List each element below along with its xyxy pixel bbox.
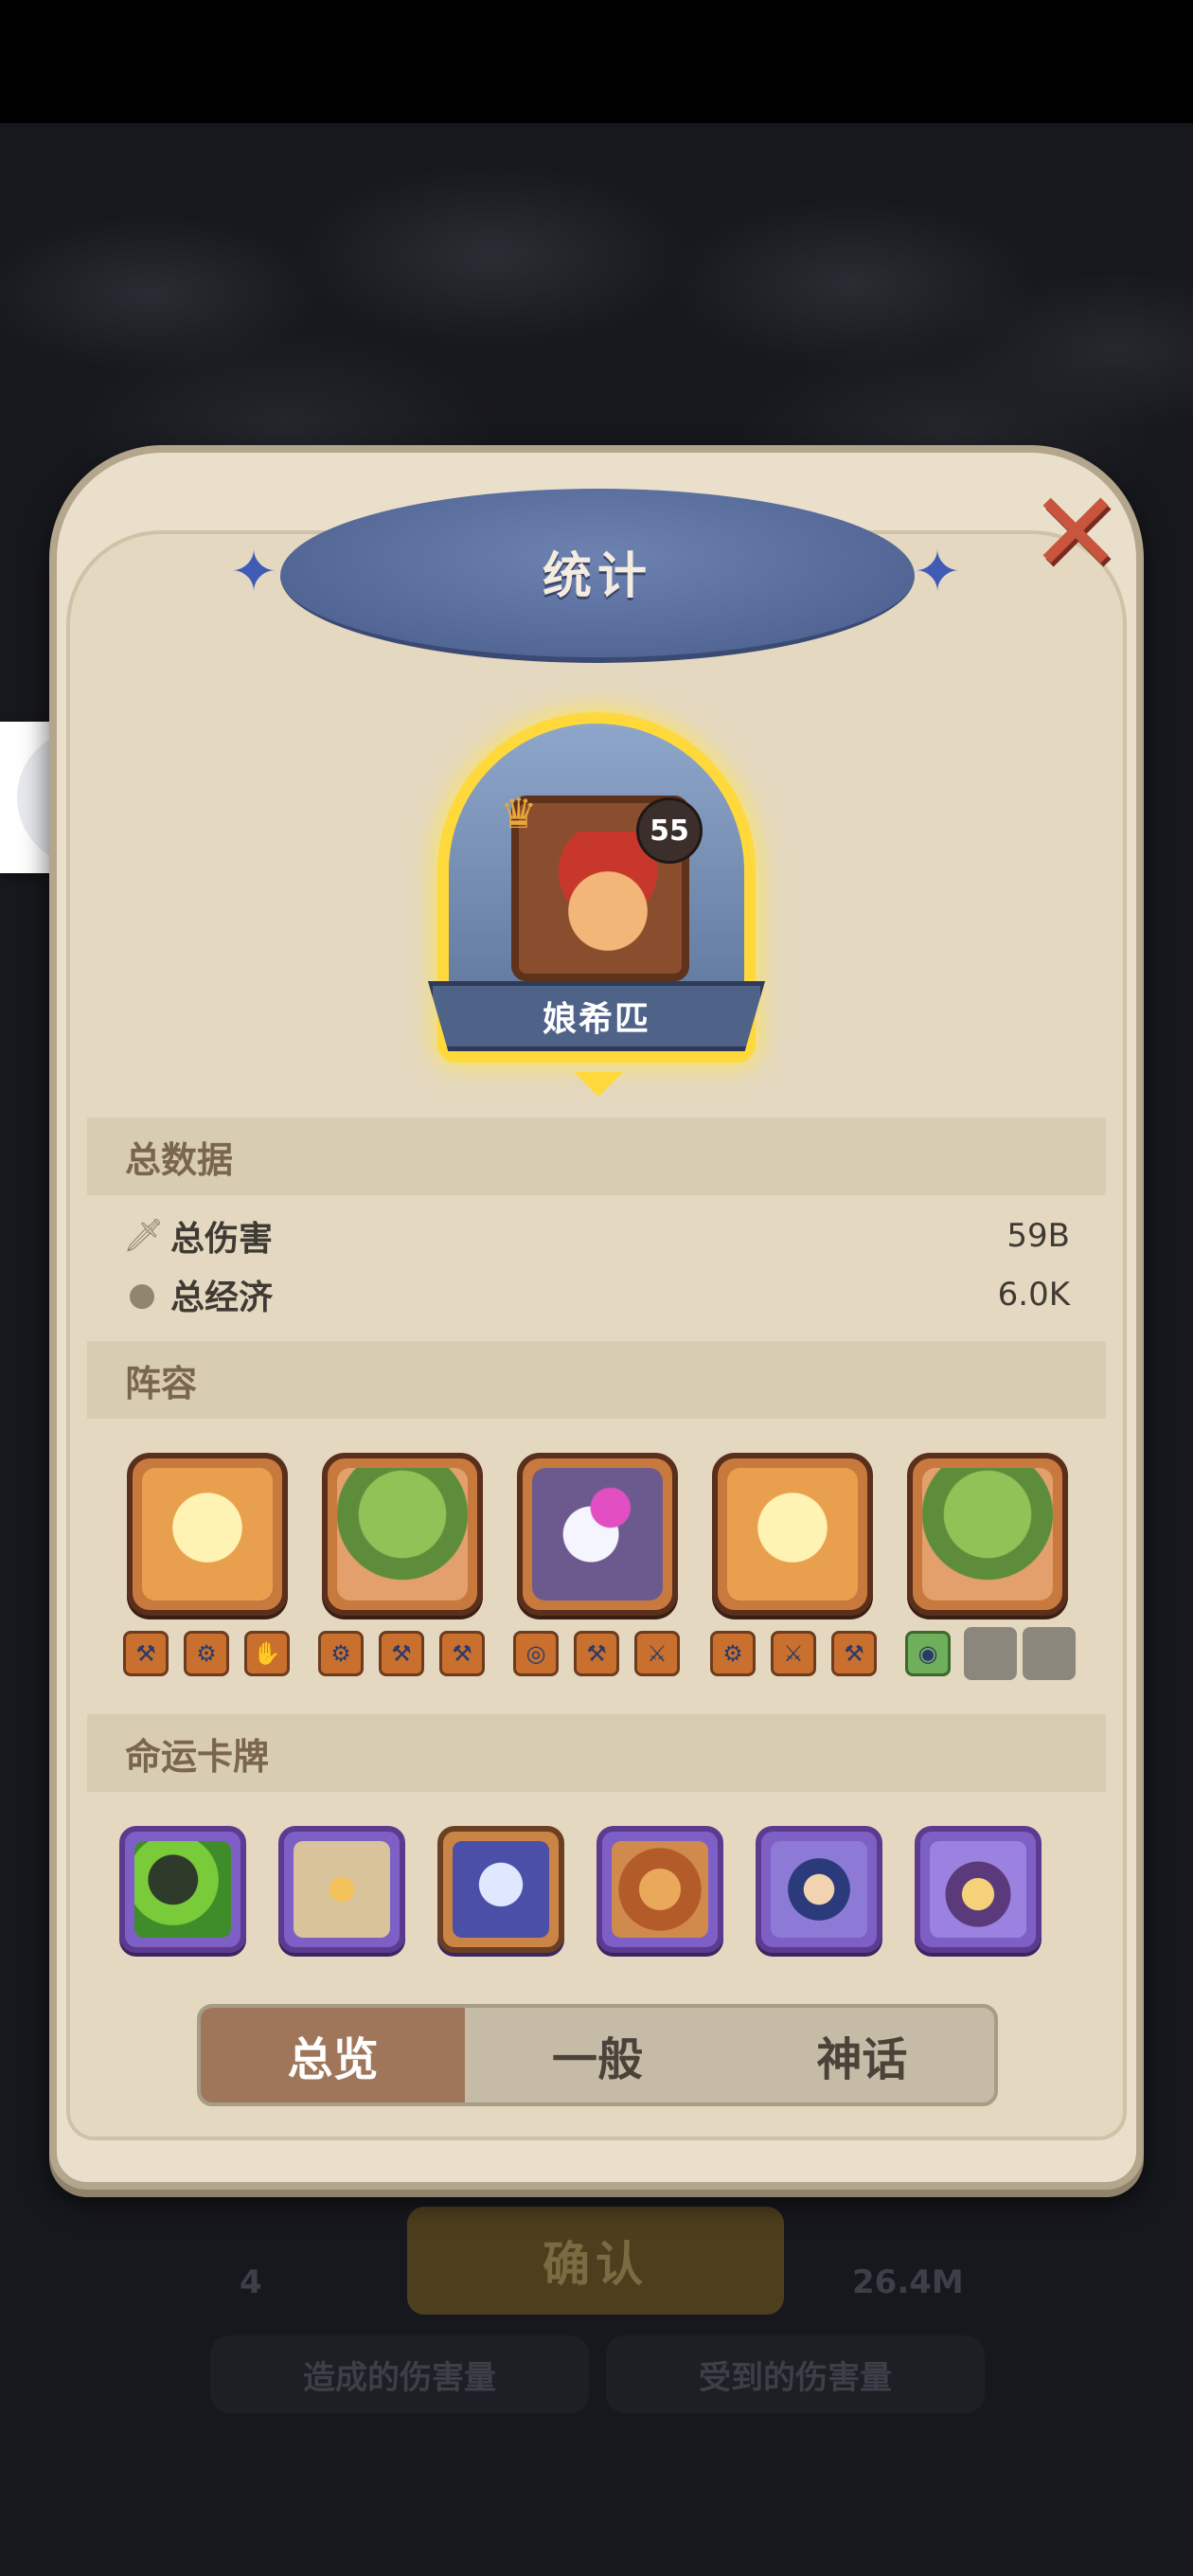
stat-row-damage: 🗡 总伤害 59B — [123, 1217, 1070, 1259]
item-icon[interactable]: ⚒ — [574, 1631, 619, 1676]
fate-card-6[interactable] — [915, 1826, 1042, 1953]
close-x-icon[interactable]: ✕ — [1021, 476, 1131, 588]
tab-damage-dealt[interactable]: 造成的伤害量 — [210, 2335, 589, 2413]
item-icon[interactable]: ⚒ — [439, 1631, 485, 1676]
item-icon[interactable]: ⚔ — [634, 1631, 680, 1676]
lineup-unit-5[interactable] — [907, 1453, 1068, 1616]
section-header-totals: 总数据 — [87, 1118, 1106, 1195]
item-icon[interactable]: ⚒ — [123, 1631, 169, 1676]
crown-icon: ♛ — [500, 790, 538, 838]
empty-item-slot[interactable] — [964, 1627, 1017, 1680]
background-row-value: 26.4M — [852, 2263, 964, 2301]
item-icon[interactable]: ⚒ — [379, 1631, 424, 1676]
star-left-icon: ✦ — [229, 539, 278, 605]
dialog-title: 统计 — [542, 548, 652, 605]
ice-tree-card-icon — [453, 1841, 549, 1938]
section-header-lineup: 阵容 — [87, 1341, 1106, 1419]
fate-card-5[interactable] — [756, 1826, 882, 1953]
tab-overview[interactable]: 总览 — [201, 2008, 466, 2102]
lightning-hero-icon — [727, 1468, 858, 1601]
tree-hero-icon — [337, 1468, 468, 1601]
stat-value-economy: 6.0K — [997, 1276, 1070, 1314]
expand-arrow-icon[interactable] — [574, 1072, 623, 1097]
lineup-unit-2[interactable] — [322, 1453, 483, 1616]
fate-card-2[interactable] — [278, 1826, 405, 1953]
chest-card-icon — [294, 1841, 390, 1938]
lineup-unit-1[interactable] — [127, 1453, 288, 1616]
star-right-icon: ✦ — [913, 539, 962, 605]
section-header-fate-cards: 命运卡牌 — [87, 1714, 1106, 1792]
stat-row-economy: ● 总经济 6.0K — [123, 1271, 1070, 1318]
piggy-bank-icon: ● — [128, 1276, 156, 1314]
item-icon[interactable]: ⚔ — [771, 1631, 816, 1676]
hero-level-badge: 55 — [636, 797, 703, 864]
fate-card-3[interactable] — [437, 1826, 564, 1953]
filter-tabs: 总览 一般 神话 — [197, 2004, 998, 2106]
owl-card-icon — [930, 1841, 1026, 1938]
status-bar — [0, 0, 1193, 123]
tree-hero-icon — [922, 1468, 1053, 1601]
witch-hero-icon — [532, 1468, 663, 1601]
fate-card-1[interactable] — [119, 1826, 246, 1953]
item-icon[interactable]: ◎ — [513, 1631, 559, 1676]
sword-icon: 🗡 — [123, 1217, 165, 1255]
confirm-button[interactable]: 确认 — [407, 2207, 784, 2315]
toucan-card-icon — [134, 1841, 231, 1938]
lightning-hero-icon — [142, 1468, 273, 1601]
item-icon[interactable]: ⚙ — [318, 1631, 364, 1676]
item-icon[interactable]: ⚙ — [184, 1631, 229, 1676]
item-icon[interactable]: ⚒ — [831, 1631, 877, 1676]
item-icon[interactable]: ⚙ — [710, 1631, 756, 1676]
tab-mythic[interactable]: 神话 — [730, 2008, 994, 2102]
lion-card-icon — [612, 1841, 708, 1938]
tab-general[interactable]: 一般 — [465, 2008, 729, 2102]
item-icon[interactable]: ◉ — [905, 1631, 951, 1676]
stat-value-damage: 59B — [1006, 1217, 1070, 1255]
background-row-rank: 4 — [240, 2263, 262, 2301]
empty-item-slot[interactable] — [1023, 1627, 1076, 1680]
lineup-unit-4[interactable] — [712, 1453, 873, 1616]
fate-card-4[interactable] — [596, 1826, 723, 1953]
lineup-unit-3[interactable] — [517, 1453, 678, 1616]
hero-name: 娘希匹 — [428, 981, 765, 1051]
fox-card-icon — [771, 1841, 867, 1938]
tab-damage-received[interactable]: 受到的伤害量 — [606, 2335, 985, 2413]
item-icon[interactable]: ✋ — [244, 1631, 290, 1676]
